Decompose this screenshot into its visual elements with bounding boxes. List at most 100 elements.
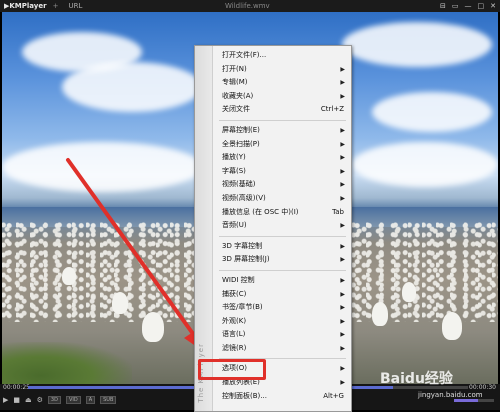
menu-item[interactable]: WIDI 控制 ▶	[213, 274, 350, 288]
menu-item-label: 播放信息 (在 OSC 中)(I)	[222, 207, 299, 216]
menu-item[interactable]: 语言(L) ▶	[213, 328, 350, 342]
url-button[interactable]: URL	[68, 2, 82, 10]
menu-item-label: 收藏夹(A)	[222, 91, 254, 100]
menu-item-label: 滤镜(R)	[222, 343, 247, 352]
elapsed-time: 00:00:25	[3, 384, 30, 391]
menu-item[interactable]: 屏幕控制(E) ▶	[213, 124, 350, 138]
cloud-shape	[352, 142, 498, 187]
menu-item[interactable]: 滤镜(R) ▶	[213, 342, 350, 356]
settings-icon[interactable]: ⚙	[37, 396, 43, 404]
submenu-arrow-icon: ▶	[340, 290, 345, 298]
menu-item[interactable]: 打开(N) ▶	[213, 63, 350, 77]
menu-item-label: 视频(基础)	[222, 180, 256, 189]
play-icon[interactable]: ▶	[3, 396, 8, 404]
playback-controls: ▶ ■ ⏏ ⚙ 3D VID A SUB	[3, 395, 117, 405]
badge-audio[interactable]: A	[85, 396, 96, 404]
submenu-arrow-icon: ▶	[340, 256, 345, 264]
menu-item-label: 屏幕控制(E)	[222, 125, 260, 134]
menu-item[interactable]: 字幕(S) ▶	[213, 165, 350, 179]
menu-item[interactable]: 视频(基础) ▶	[213, 178, 350, 192]
menu-item[interactable]: 3D 字幕控制 ▶	[213, 240, 350, 254]
gannet-bird	[372, 302, 388, 326]
menu-item[interactable]: 捕获(C) ▶	[213, 288, 350, 302]
badge-3d[interactable]: 3D	[47, 396, 61, 404]
volume-level	[454, 399, 478, 402]
title-bar: ▶KMPlayer + URL Wildlife.wmv ⊟ ▭ — □ ✕	[0, 0, 500, 12]
pin-icon[interactable]: ⊟	[440, 2, 446, 10]
menu-item[interactable]: 音频(U) ▶	[213, 219, 350, 233]
menu-item-label: 外观(K)	[222, 316, 247, 325]
menu-side-banner: The KMPlayer	[195, 46, 213, 411]
close-icon[interactable]: ✕	[490, 2, 496, 10]
submenu-arrow-icon: ▶	[340, 365, 345, 373]
submenu-arrow-icon: ▶	[340, 379, 345, 387]
menu-separator	[219, 119, 346, 121]
baidu-watermark-url: jingyan.baidu.com	[418, 391, 483, 399]
submenu-arrow-icon: ▶	[340, 181, 345, 189]
submenu-arrow-icon: ▶	[340, 304, 345, 312]
maximize-icon[interactable]: □	[478, 2, 485, 10]
menu-item-label: WIDI 控制	[222, 275, 255, 284]
menu-item-shortcut: Ctrl+Z	[320, 105, 344, 114]
menu-item[interactable]: 书签/章节(B) ▶	[213, 301, 350, 315]
app-logo[interactable]: ▶KMPlayer	[4, 2, 47, 10]
badge-subtitle[interactable]: SUB	[100, 396, 117, 404]
submenu-arrow-icon: ▶	[340, 126, 345, 134]
submenu-arrow-icon: ▶	[340, 317, 345, 325]
mini-mode-icon[interactable]: ▭	[452, 2, 459, 10]
submenu-arrow-icon: ▶	[340, 194, 345, 202]
menu-item[interactable]: 专辑(M) ▶	[213, 76, 350, 90]
cloud-shape	[372, 92, 492, 132]
submenu-arrow-icon: ▶	[340, 331, 345, 339]
submenu-arrow-icon: ▶	[340, 276, 345, 284]
menu-item[interactable]: 外观(K) ▶	[213, 315, 350, 329]
menu-item-label: 3D 屏幕控制(J)	[222, 255, 270, 264]
gannet-bird	[112, 292, 128, 314]
menu-items: 打开文件(F)... 打开(N) ▶ 专辑(M) ▶ 收藏夹(A) ▶ 关闭文件 Ctrl+Z 屏…	[213, 49, 350, 403]
menu-item[interactable]: 播放(Y) ▶	[213, 151, 350, 165]
volume-slider[interactable]	[454, 399, 494, 402]
menu-item-label: 打开文件(F)...	[222, 51, 267, 59]
menu-separator	[219, 269, 346, 271]
eject-icon[interactable]: ⏏	[25, 396, 32, 404]
menu-item-label: 音频(U)	[222, 221, 247, 230]
menu-item-label: 关闭文件	[222, 105, 250, 114]
menu-item[interactable]: 控制面板(B)... Alt+G	[213, 390, 350, 404]
window-controls: ⊟ ▭ — □ ✕	[440, 0, 496, 12]
menu-separator	[219, 235, 346, 237]
menu-item-label: 控制面板(B)...	[222, 391, 267, 400]
submenu-arrow-icon: ▶	[340, 222, 345, 230]
submenu-arrow-icon: ▶	[340, 167, 345, 175]
menu-item-label: 3D 字幕控制	[222, 241, 263, 250]
grass-patch	[2, 342, 132, 384]
submenu-arrow-icon: ▶	[340, 140, 345, 148]
menu-item-shortcut: Tab	[332, 207, 344, 216]
menu-item[interactable]: 视频(高级)(V) ▶	[213, 192, 350, 206]
options-highlight-box	[198, 359, 266, 380]
minimize-icon[interactable]: —	[465, 2, 472, 10]
menu-item-label: 全景扫描(P)	[222, 139, 260, 148]
menu-item[interactable]: 关闭文件 Ctrl+Z	[213, 103, 350, 117]
baidu-watermark: Baidu经验	[380, 371, 453, 387]
gannet-bird	[142, 312, 164, 342]
menu-item-label: 字幕(S)	[222, 166, 246, 175]
menu-item-label: 播放(Y)	[222, 153, 246, 162]
menu-item-label: 书签/章节(B)	[222, 303, 263, 312]
menu-item[interactable]: 全景扫描(P) ▶	[213, 138, 350, 152]
menu-item-label: 视频(高级)(V)	[222, 193, 266, 202]
menu-plus-icon[interactable]: +	[53, 2, 59, 10]
badge-video[interactable]: VID	[65, 396, 81, 404]
menu-item[interactable]: 3D 屏幕控制(J) ▶	[213, 253, 350, 267]
menu-item[interactable]: 打开文件(F)...	[213, 49, 350, 63]
window-title: Wildlife.wmv	[225, 2, 270, 10]
menu-item[interactable]: 播放信息 (在 OSC 中)(I) Tab	[213, 206, 350, 220]
stop-icon[interactable]: ■	[13, 396, 20, 404]
cloud-shape	[342, 22, 492, 67]
cloud-shape	[62, 62, 202, 112]
gannet-bird	[402, 282, 416, 302]
submenu-arrow-icon: ▶	[340, 242, 345, 250]
total-time: 00:00:30	[469, 384, 496, 391]
context-menu: The KMPlayer 打开文件(F)... 打开(N) ▶ 专辑(M) ▶ 收藏夹(A…	[194, 45, 352, 412]
menu-item-label: 打开(N)	[222, 64, 247, 73]
menu-item[interactable]: 收藏夹(A) ▶	[213, 90, 350, 104]
